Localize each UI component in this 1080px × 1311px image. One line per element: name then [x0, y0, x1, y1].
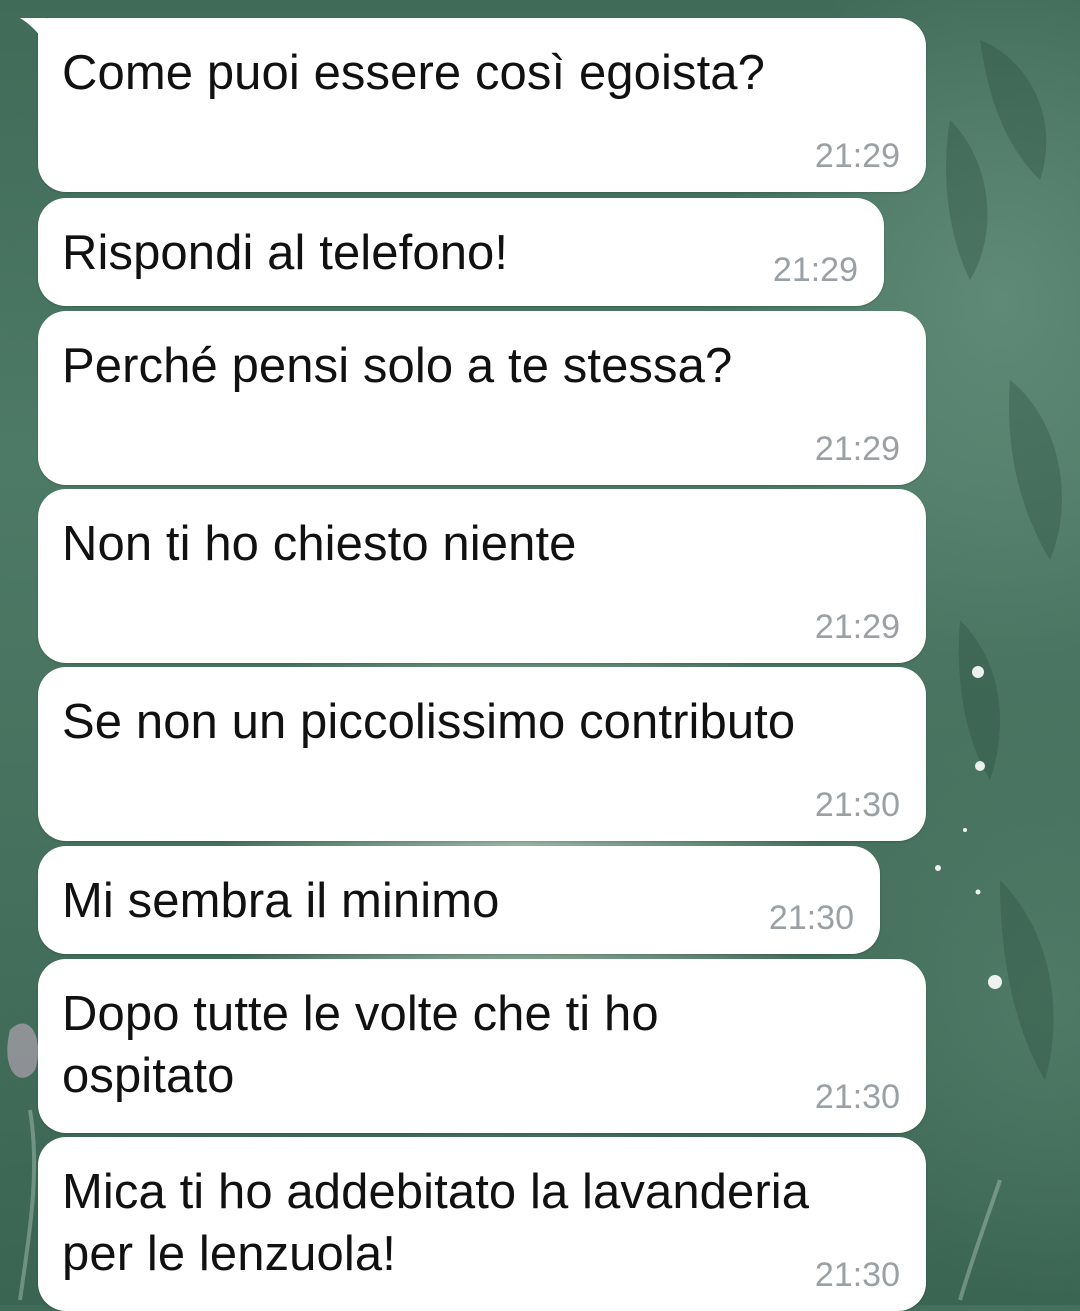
message-text: Mi sembra il minimo [62, 874, 500, 928]
message-text: Non ti ho chiesto niente [62, 517, 577, 571]
message-time: 21:29 [814, 137, 900, 175]
message-time: 21:29 [814, 430, 900, 468]
message-text: Se non un piccolissimo contributo [62, 695, 796, 749]
message-bubble[interactable]: Mi sembra il minimo 21:30 [38, 846, 880, 954]
bubble-tail-icon [20, 18, 46, 44]
message-text: Come puoi essere così egoista? [62, 46, 765, 100]
message-text: Rispondi al telefono! [62, 226, 509, 280]
message-bubble[interactable]: Come puoi essere così egoista? 21:29 [20, 18, 926, 192]
message-list[interactable]: Come puoi essere così egoista? 21:29 Ris… [0, 0, 1080, 1311]
message-text: Dopo tutte le volte che ti ho ospitato [62, 987, 659, 1103]
message-time: 21:29 [814, 608, 900, 646]
message-bubble[interactable]: Mica ti ho addebitato la lavanderia per … [38, 1137, 926, 1311]
message-bubble[interactable]: Perché pensi solo a te stessa? 21:29 [38, 311, 926, 485]
message-time: 21:30 [814, 1078, 900, 1116]
message-time: 21:30 [768, 899, 854, 937]
message-time: 21:30 [814, 786, 900, 824]
message-time: 21:30 [814, 1256, 900, 1294]
message-text: Perché pensi solo a te stessa? [62, 339, 733, 393]
message-bubble[interactable]: Se non un piccolissimo contributo 21:30 [38, 667, 926, 841]
message-text: Mica ti ho addebitato la lavanderia per … [62, 1165, 810, 1281]
message-bubble[interactable]: Non ti ho chiesto niente 21:29 [38, 489, 926, 663]
message-bubble[interactable]: Dopo tutte le volte che ti ho ospitato 2… [38, 959, 926, 1133]
message-time: 21:29 [772, 251, 858, 289]
message-bubble[interactable]: Rispondi al telefono! 21:29 [38, 198, 884, 306]
